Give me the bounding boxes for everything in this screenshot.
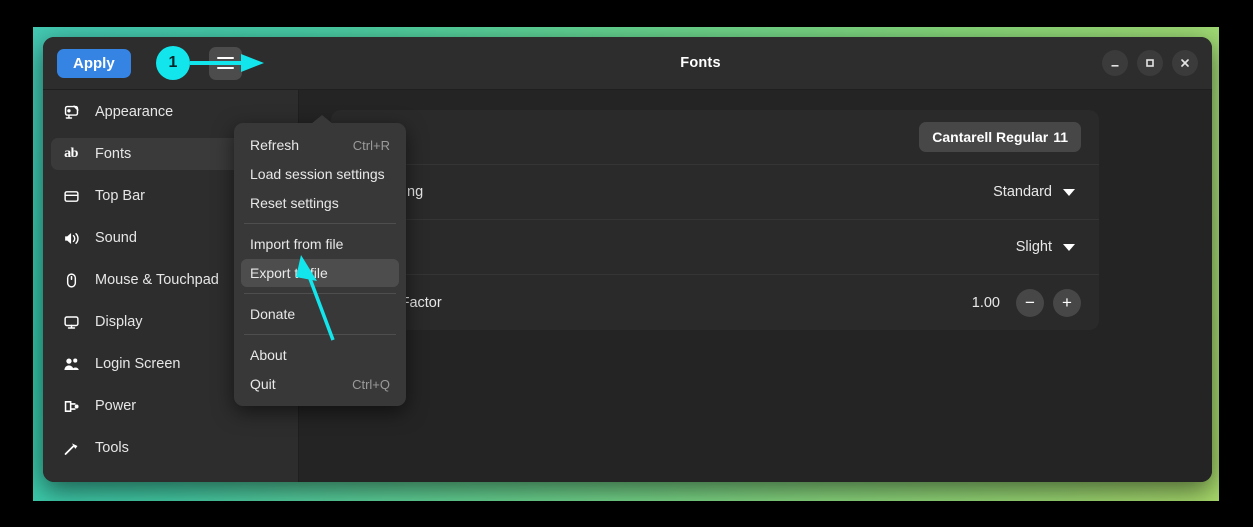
close-button[interactable]	[1172, 50, 1198, 76]
menu-item-quit[interactable]: Quit Ctrl+Q	[241, 370, 399, 398]
menu-item-reset-settings[interactable]: Reset settings	[241, 189, 399, 217]
sidebar-item-label: Fonts	[95, 146, 132, 162]
screenshot-root: Apply Fonts Appearance ab Fonts Top Bar …	[0, 0, 1253, 527]
menu-item-label: Donate	[250, 306, 296, 322]
scaling-decrease-button[interactable]: −	[1016, 288, 1044, 317]
window-body: Appearance ab Fonts Top Bar Sound Mouse …	[43, 90, 1212, 482]
hamburger-menu-button[interactable]	[208, 46, 242, 80]
login-screen-icon	[61, 356, 81, 373]
hamburger-menu-icon-bar-1	[216, 57, 234, 59]
minimize-icon	[1111, 65, 1119, 67]
menu-popup-tail	[311, 115, 333, 124]
menu-item-refresh[interactable]: Refresh Ctrl+R	[241, 131, 399, 159]
settings-content: Font Cantarell Regular11 Antialiasing St…	[299, 90, 1212, 482]
main-menu-popup: Refresh Ctrl+R Load session settings Res…	[234, 123, 406, 406]
fonts-ab-icon: ab	[64, 146, 78, 161]
close-icon	[1181, 59, 1189, 67]
sidebar-item-label: Appearance	[95, 104, 174, 120]
menu-separator	[244, 223, 396, 224]
antialiasing-value: Standard	[993, 184, 1052, 200]
font-chooser-button[interactable]: Cantarell Regular 11	[919, 122, 1081, 152]
row-label: Hinting	[349, 239, 1010, 255]
scaling-increase-button[interactable]: +	[1053, 288, 1081, 317]
sidebar-item-label: Mouse & Touchpad	[95, 272, 219, 288]
settings-row-scaling-factor: Scaling Factor 1.00 − +	[331, 275, 1099, 330]
sidebar-item-label: Sound	[95, 230, 137, 246]
sidebar-item-label: Tools	[95, 440, 129, 456]
menu-item-label: Reset settings	[250, 195, 339, 211]
settings-row-font: Font Cantarell Regular11	[331, 110, 1099, 165]
row-label: Scaling Factor	[349, 294, 442, 311]
appearance-icon	[61, 104, 81, 121]
window-title: Fonts	[680, 55, 721, 71]
menu-item-label: Export to file	[250, 265, 328, 281]
font-name-value: Cantarell Regular	[932, 129, 1049, 145]
font-size-value: 11	[1053, 129, 1068, 145]
row-control: Slight	[1010, 238, 1081, 256]
menu-item-label: Load session settings	[250, 166, 385, 182]
row-label: Font	[349, 129, 919, 145]
menu-item-export-to-file[interactable]: Export to file	[241, 259, 399, 287]
menu-item-load-session-settings[interactable]: Load session settings	[241, 160, 399, 188]
hamburger-menu-icon-bar-3	[216, 67, 234, 69]
scaling-factor-value: 1.00	[971, 294, 1000, 311]
hamburger-menu-icon-bar-2	[216, 62, 234, 64]
sound-icon	[61, 230, 81, 247]
chevron-down-icon	[1063, 243, 1075, 251]
menu-item-label: Quit	[250, 376, 276, 392]
row-control: Cantarell Regular 11	[919, 122, 1081, 152]
apply-button[interactable]: Apply	[57, 48, 131, 78]
menu-item-accel: Ctrl+R	[352, 137, 390, 153]
chevron-down-icon	[1063, 188, 1075, 196]
antialiasing-dropdown[interactable]: Standard	[987, 183, 1081, 201]
minimize-button[interactable]	[1102, 50, 1128, 76]
hinting-dropdown[interactable]: Slight	[1010, 238, 1081, 256]
settings-row-hinting: Hinting Slight	[331, 220, 1099, 275]
top-bar-icon	[61, 188, 81, 205]
sidebar-item-label: Top Bar	[95, 188, 145, 204]
fonts-settings-window: Apply Fonts Appearance ab Fonts Top Bar …	[43, 37, 1212, 482]
menu-item-label: Refresh	[250, 137, 300, 153]
menu-separator	[244, 334, 396, 335]
menu-separator	[244, 293, 396, 294]
sidebar-item-label: Power	[95, 398, 137, 414]
mouse-icon	[61, 272, 81, 289]
row-control: Standard	[987, 183, 1081, 201]
menu-item-import-from-file[interactable]: Import from file	[241, 230, 399, 258]
sidebar-item-label: Display	[95, 314, 143, 330]
hinting-value: Slight	[1015, 239, 1052, 255]
menu-item-donate[interactable]: Donate	[241, 300, 399, 328]
menu-item-label: Import from file	[250, 236, 344, 252]
menu-item-accel: Ctrl+Q	[352, 376, 390, 392]
fonts-settings-list: Font Cantarell Regular11 Antialiasing St…	[331, 110, 1099, 330]
maximize-icon	[1146, 59, 1154, 67]
row-label: Antialiasing	[349, 184, 987, 200]
maximize-button[interactable]	[1137, 50, 1163, 76]
tools-icon	[61, 440, 81, 457]
power-icon	[61, 398, 81, 415]
window-headerbar: Apply Fonts	[43, 37, 1212, 90]
row-control: 1.00 − +	[971, 288, 1081, 317]
menu-item-label: About	[250, 347, 287, 363]
annotation-badge-1: 1	[156, 46, 190, 80]
sidebar-item-label: Login Screen	[95, 356, 181, 372]
sidebar-item-tools[interactable]: Tools	[51, 432, 290, 464]
window-controls	[1102, 50, 1212, 76]
settings-row-antialiasing: Antialiasing Standard	[331, 165, 1099, 220]
display-icon	[61, 314, 81, 331]
menu-item-about[interactable]: About	[241, 341, 399, 369]
